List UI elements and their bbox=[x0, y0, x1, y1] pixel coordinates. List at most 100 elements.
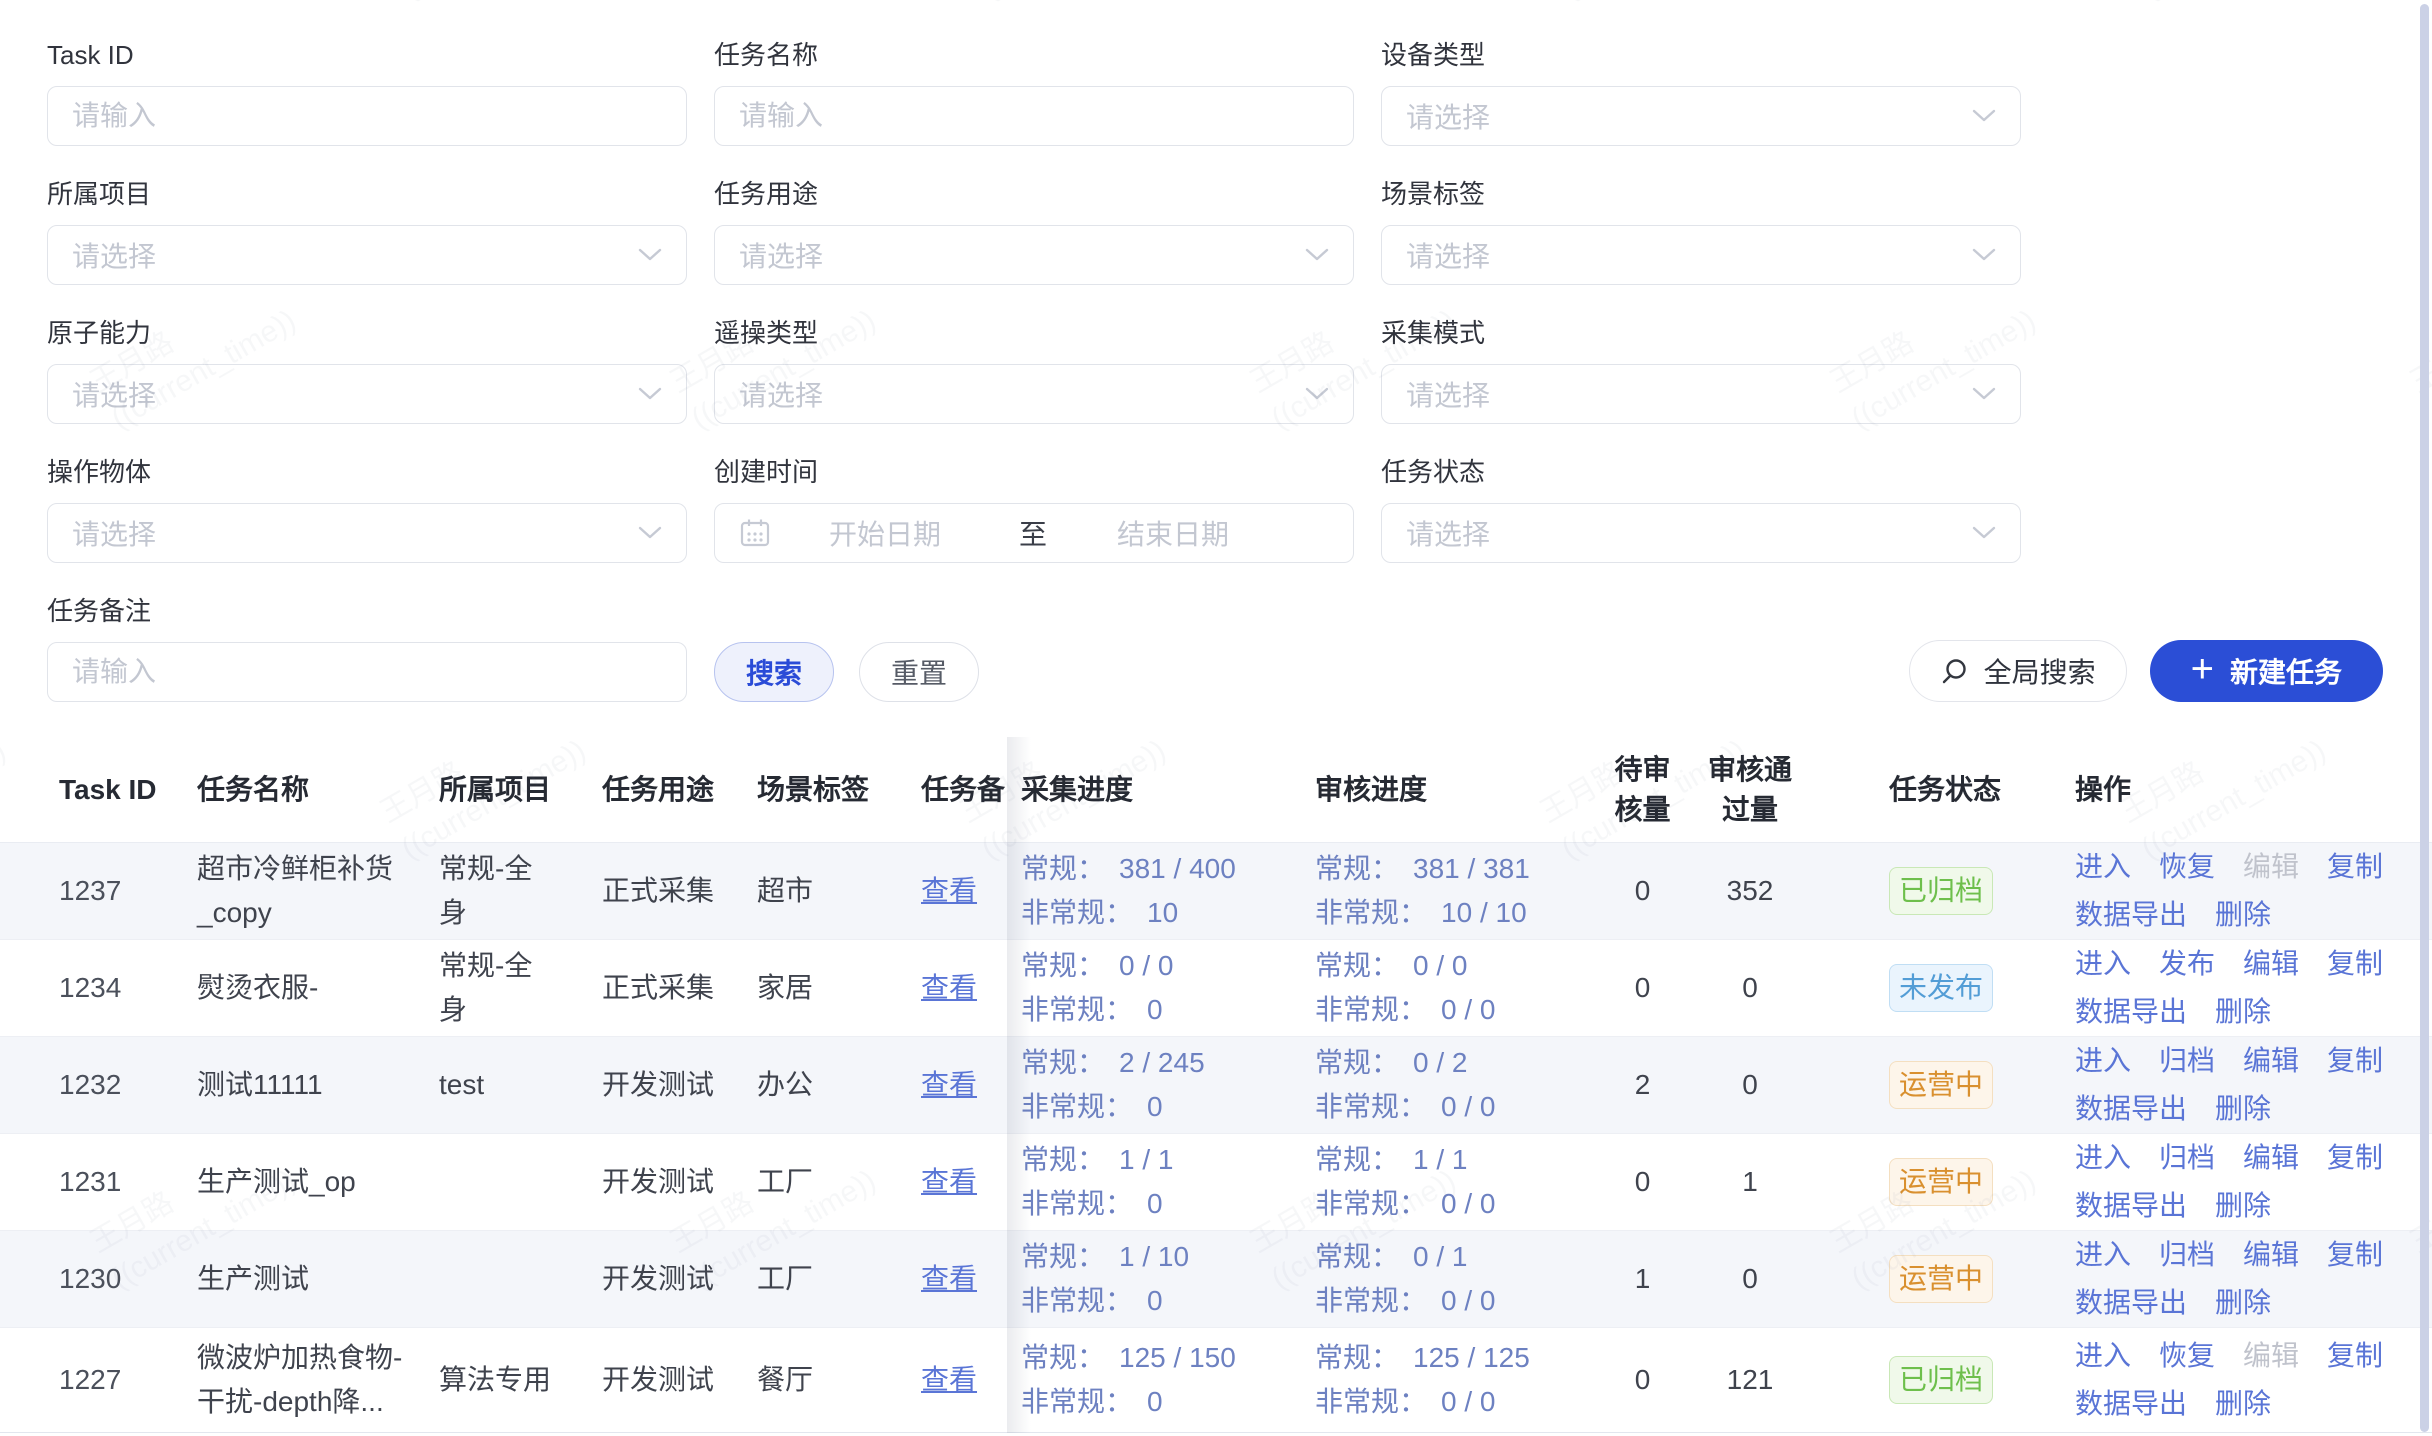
archive-link[interactable]: 归档 bbox=[2159, 1233, 2215, 1277]
copy-link[interactable]: 复制 bbox=[2327, 1039, 2383, 1083]
teleop-type-select[interactable]: 请选择 bbox=[714, 364, 1354, 424]
enter-link[interactable]: 进入 bbox=[2075, 942, 2131, 986]
view-remark-link[interactable]: 查看 bbox=[921, 875, 977, 906]
filter-label: 遥操类型 bbox=[714, 316, 1354, 350]
task-remark-input[interactable] bbox=[47, 642, 687, 702]
restore-link[interactable]: 恢复 bbox=[2159, 845, 2215, 889]
chevron-down-icon bbox=[1972, 109, 1996, 123]
reset-button[interactable]: 重置 bbox=[859, 642, 979, 702]
operate-object-select[interactable]: 请选择 bbox=[47, 503, 687, 563]
global-search-button[interactable]: 全局搜索 bbox=[1909, 640, 2127, 702]
copy-link[interactable]: 复制 bbox=[2327, 942, 2383, 986]
edit-link[interactable]: 编辑 bbox=[2243, 1233, 2299, 1277]
archive-link[interactable]: 归档 bbox=[2159, 1039, 2215, 1083]
vertical-scrollbar[interactable] bbox=[2420, 4, 2429, 1432]
irregular-value: 10 / 10 bbox=[1441, 897, 1527, 928]
create-time-range-picker[interactable]: 开始日期 至 结束日期 bbox=[714, 503, 1354, 563]
enter-link[interactable]: 进入 bbox=[2075, 1039, 2131, 1083]
delete-link[interactable]: 删除 bbox=[2215, 1281, 2271, 1325]
irregular-value: 0 bbox=[1147, 994, 1163, 1025]
new-task-button[interactable]: + 新建任务 bbox=[2150, 640, 2383, 702]
select-placeholder: 请选择 bbox=[739, 374, 823, 414]
regular-value: 0 / 2 bbox=[1413, 1047, 1467, 1078]
filter-label: 任务备注 bbox=[47, 594, 687, 628]
publish-link[interactable]: 发布 bbox=[2159, 942, 2215, 986]
project-cell: 算法专用 bbox=[439, 1358, 602, 1402]
filter-label: 创建时间 bbox=[714, 455, 1354, 489]
delete-link[interactable]: 删除 bbox=[2215, 990, 2271, 1034]
collect-progress-cell: 常规：125 / 150 非常规：0 bbox=[1005, 1336, 1315, 1424]
copy-link[interactable]: 复制 bbox=[2327, 1334, 2383, 1378]
project-cell: 常规-全身 bbox=[439, 847, 602, 935]
collect-mode-select[interactable]: 请选择 bbox=[1381, 364, 2021, 424]
task-name-cell: 生产测试 bbox=[197, 1257, 439, 1301]
passed-count-cell: 0 bbox=[1690, 1259, 1810, 1299]
edit-link[interactable]: 编辑 bbox=[2243, 1039, 2299, 1083]
enter-link[interactable]: 进入 bbox=[2075, 1136, 2131, 1180]
export-link[interactable]: 数据导出 bbox=[2075, 1184, 2187, 1228]
filter-label: 任务状态 bbox=[1381, 455, 2021, 489]
table-row: 1227 微波炉加热食物-干扰-depth降... 算法专用 开发测试 餐厅 查… bbox=[0, 1328, 2432, 1433]
enter-link[interactable]: 进入 bbox=[2075, 1334, 2131, 1378]
view-remark-link[interactable]: 查看 bbox=[921, 972, 977, 1003]
regular-label: 常规： bbox=[1315, 1144, 1399, 1175]
view-remark-link[interactable]: 查看 bbox=[921, 1364, 977, 1395]
purpose-cell: 开发测试 bbox=[602, 1259, 757, 1299]
export-link[interactable]: 数据导出 bbox=[2075, 893, 2187, 937]
view-remark-link[interactable]: 查看 bbox=[921, 1263, 977, 1294]
archive-link[interactable]: 归档 bbox=[2159, 1136, 2215, 1180]
regular-value: 1 / 1 bbox=[1119, 1144, 1173, 1175]
task-purpose-select[interactable]: 请选择 bbox=[714, 225, 1354, 285]
status-badge: 未发布 bbox=[1889, 964, 1993, 1012]
search-button[interactable]: 搜索 bbox=[714, 642, 834, 702]
task-name-input[interactable] bbox=[714, 86, 1354, 146]
task-status-select[interactable]: 请选择 bbox=[1381, 503, 2021, 563]
scene-cell: 工厂 bbox=[757, 1259, 921, 1299]
enter-link[interactable]: 进入 bbox=[2075, 845, 2131, 889]
project-select[interactable]: 请选择 bbox=[47, 225, 687, 285]
passed-count-cell: 0 bbox=[1690, 1065, 1810, 1105]
copy-link[interactable]: 复制 bbox=[2327, 1136, 2383, 1180]
edit-link[interactable]: 编辑 bbox=[2243, 1136, 2299, 1180]
regular-value: 381 / 400 bbox=[1119, 853, 1236, 884]
scene-cell: 办公 bbox=[757, 1065, 921, 1105]
enter-link[interactable]: 进入 bbox=[2075, 1233, 2131, 1277]
collect-progress-cell: 常规：0 / 0 非常规：0 bbox=[1005, 944, 1315, 1032]
edit-link[interactable]: 编辑 bbox=[2243, 942, 2299, 986]
export-link[interactable]: 数据导出 bbox=[2075, 1382, 2187, 1426]
export-link[interactable]: 数据导出 bbox=[2075, 990, 2187, 1034]
device-type-select[interactable]: 请选择 bbox=[1381, 86, 2021, 146]
regular-value: 1 / 10 bbox=[1119, 1241, 1189, 1272]
regular-label: 常规： bbox=[1021, 1342, 1105, 1373]
remark-cell: 查看 bbox=[921, 968, 1005, 1008]
scene-cell: 家居 bbox=[757, 968, 921, 1008]
irregular-label: 非常规： bbox=[1315, 1386, 1427, 1417]
col-header-task-id: Task ID bbox=[0, 770, 197, 810]
delete-link[interactable]: 删除 bbox=[2215, 1382, 2271, 1426]
filter-field-create-time: 创建时间 开始日期 至 结束日期 bbox=[714, 455, 1354, 563]
date-range-separator: 至 bbox=[1019, 513, 1047, 553]
copy-link[interactable]: 复制 bbox=[2327, 845, 2383, 889]
scene-cell: 超市 bbox=[757, 871, 921, 911]
atomic-ability-select[interactable]: 请选择 bbox=[47, 364, 687, 424]
pending-count-cell: 1 bbox=[1595, 1259, 1690, 1299]
restore-link[interactable]: 恢复 bbox=[2159, 1334, 2215, 1378]
export-link[interactable]: 数据导出 bbox=[2075, 1087, 2187, 1131]
irregular-label: 非常规： bbox=[1315, 1091, 1427, 1122]
review-progress-cell: 常规：125 / 125 非常规：0 / 0 bbox=[1315, 1336, 1595, 1424]
scene-tag-select[interactable]: 请选择 bbox=[1381, 225, 2021, 285]
view-remark-link[interactable]: 查看 bbox=[921, 1069, 977, 1100]
filter-field-task-remark: 任务备注 bbox=[47, 594, 687, 702]
purpose-cell: 开发测试 bbox=[602, 1065, 757, 1105]
remark-cell: 查看 bbox=[921, 1065, 1005, 1105]
export-link[interactable]: 数据导出 bbox=[2075, 1281, 2187, 1325]
view-remark-link[interactable]: 查看 bbox=[921, 1166, 977, 1197]
copy-link[interactable]: 复制 bbox=[2327, 1233, 2383, 1277]
passed-count-cell: 121 bbox=[1690, 1360, 1810, 1400]
delete-link[interactable]: 删除 bbox=[2215, 1184, 2271, 1228]
delete-link[interactable]: 删除 bbox=[2215, 893, 2271, 937]
delete-link[interactable]: 删除 bbox=[2215, 1087, 2271, 1131]
task-id-input[interactable] bbox=[47, 86, 687, 146]
task-id-cell: 1232 bbox=[0, 1065, 197, 1105]
plus-icon: + bbox=[2191, 649, 2214, 689]
